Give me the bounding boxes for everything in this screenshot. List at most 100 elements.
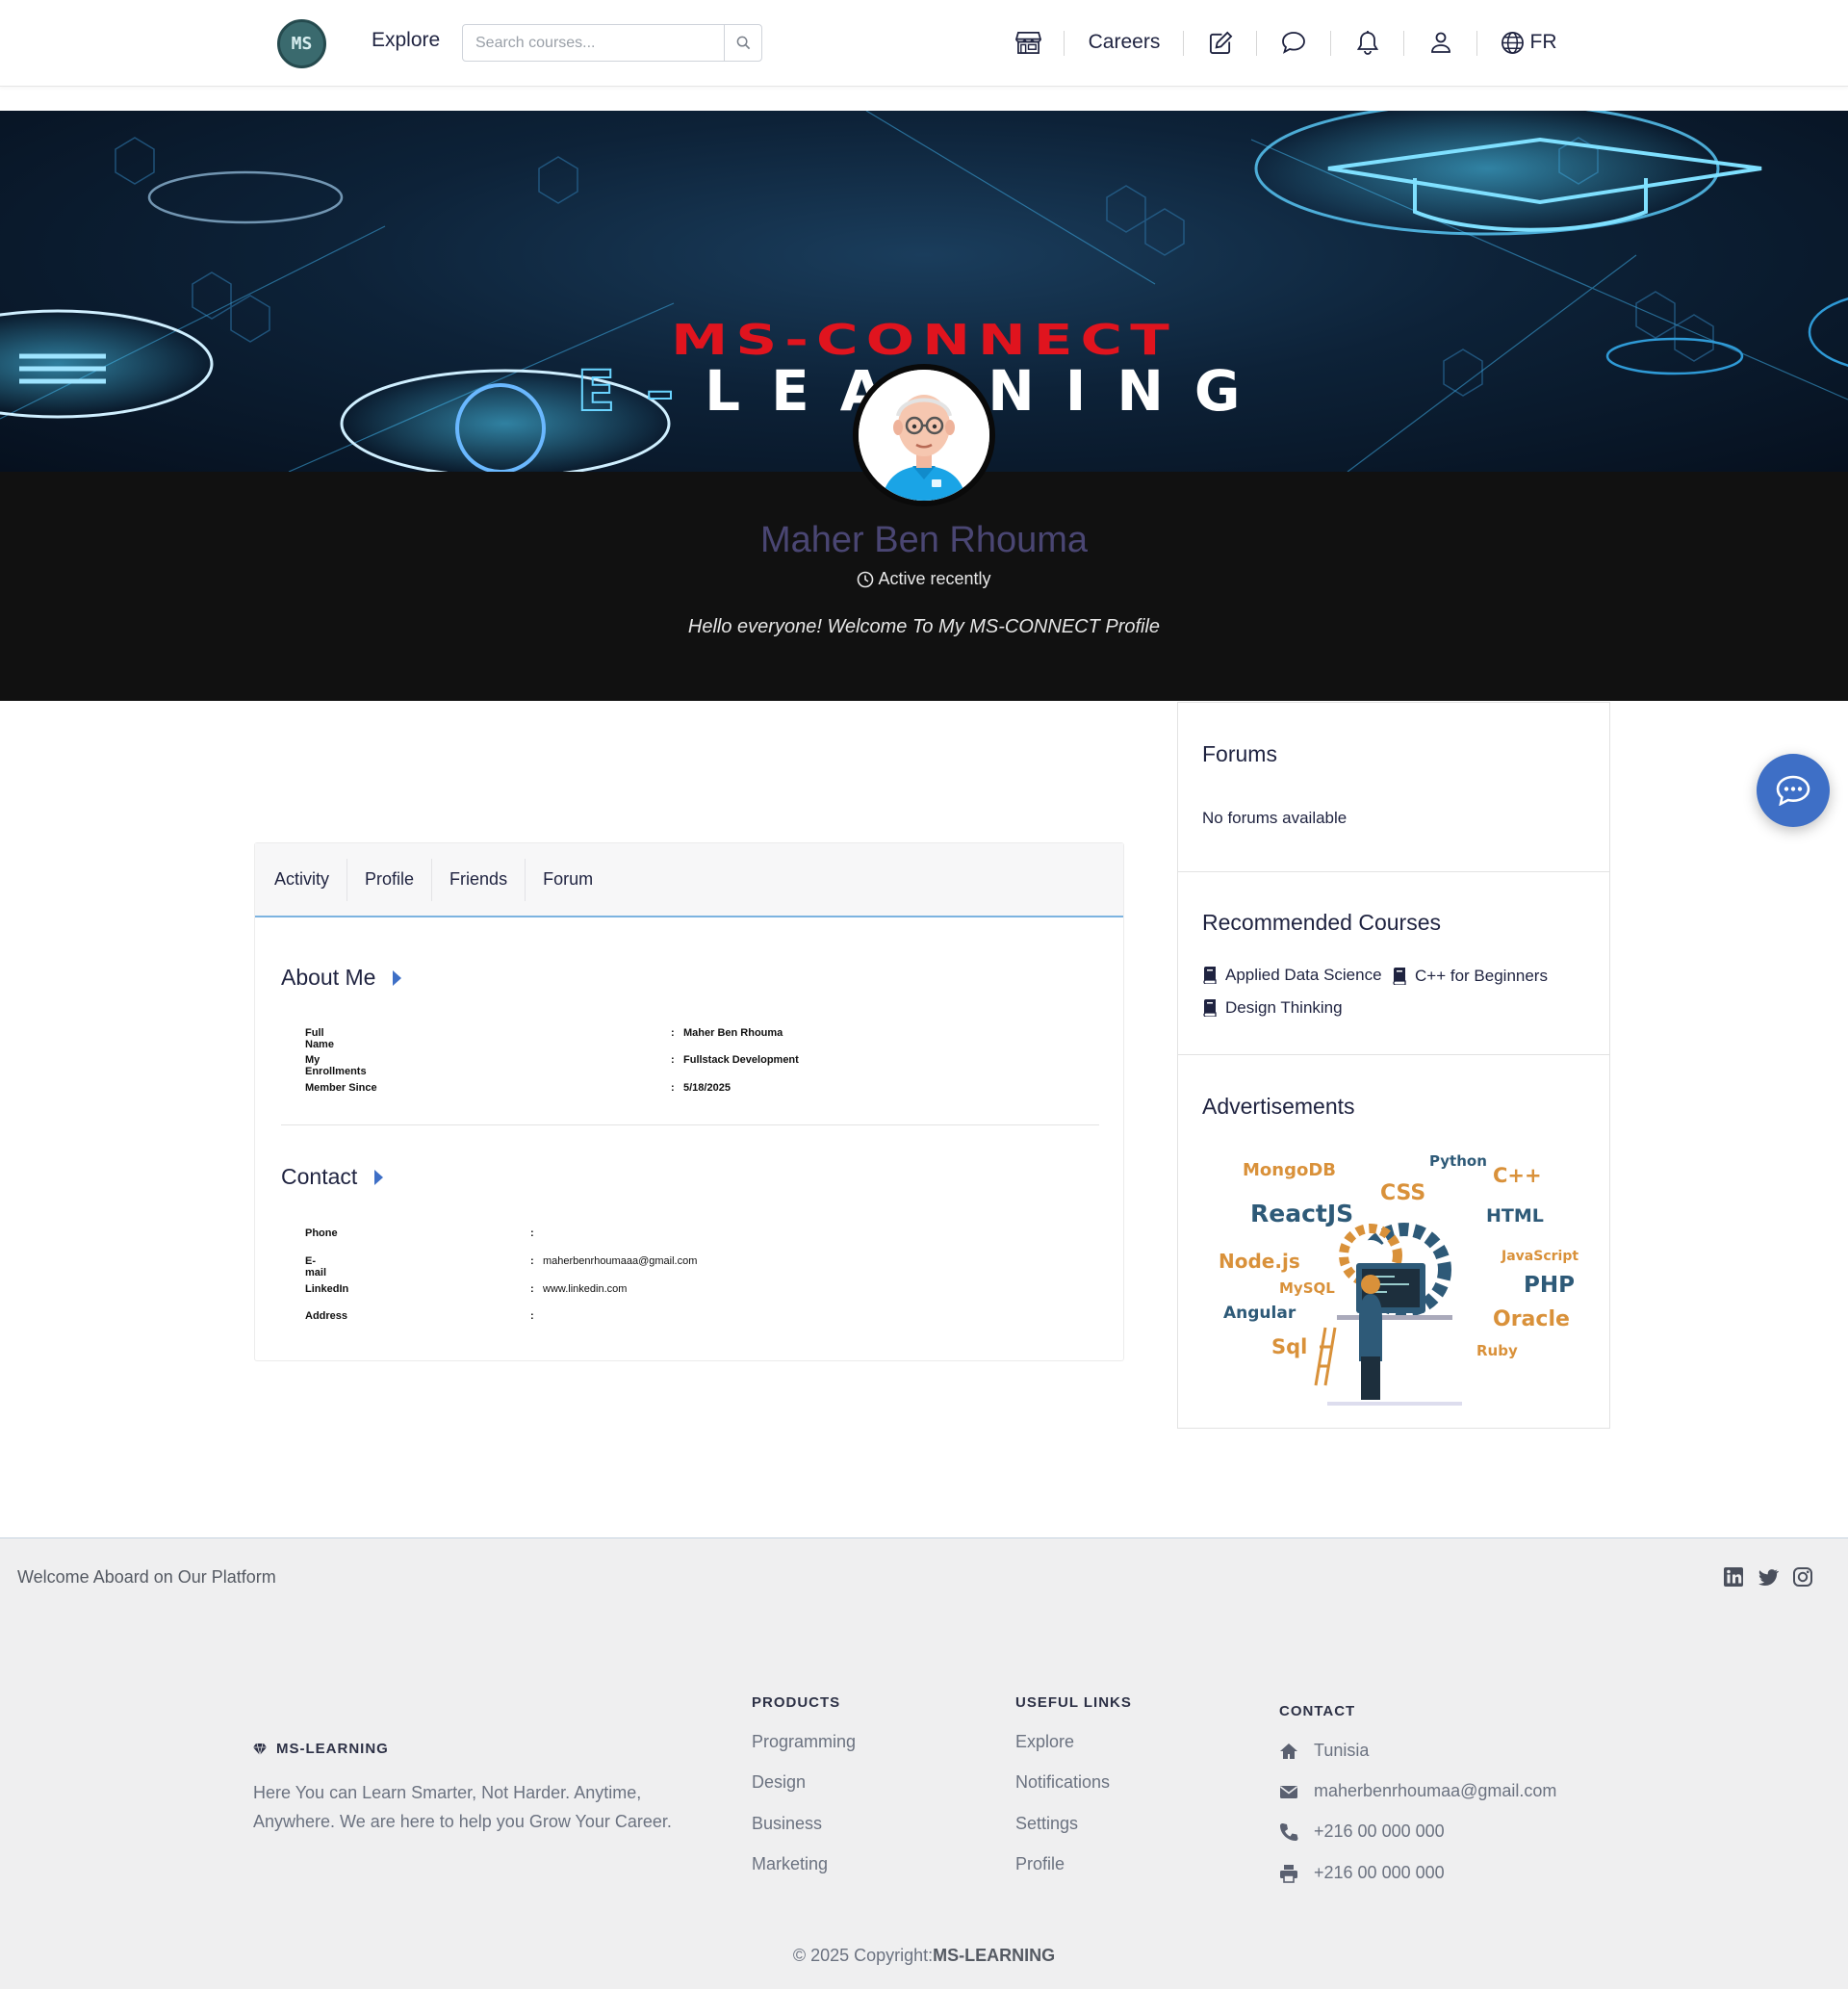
nav-separator bbox=[1330, 31, 1331, 56]
ad-word: CSS bbox=[1380, 1181, 1426, 1205]
footer-link-design[interactable]: Design bbox=[752, 1772, 806, 1793]
footer-brand: MS-LEARNING bbox=[253, 1741, 389, 1757]
footer-contact-phone: +216 00 000 000 bbox=[1279, 1821, 1445, 1842]
copyright-prefix: © 2025 Copyright: bbox=[792, 1946, 934, 1965]
ad-word: Python bbox=[1429, 1152, 1487, 1170]
globe-icon bbox=[1501, 31, 1524, 54]
separator-colon: : bbox=[530, 1255, 534, 1267]
footer-contact-text: Tunisia bbox=[1314, 1741, 1370, 1760]
profile-details-card: Activity Profile Friends Forum About Me … bbox=[254, 842, 1124, 1361]
about-label: Member Since bbox=[305, 1082, 377, 1094]
course-link[interactable]: Applied Data Science bbox=[1202, 966, 1382, 985]
store-icon bbox=[1014, 31, 1041, 54]
phone-icon bbox=[1280, 1822, 1298, 1841]
envelope-icon bbox=[1280, 1785, 1297, 1798]
chat-button[interactable] bbox=[1757, 754, 1830, 827]
right-sidebar: Forums No forums available Recommended C… bbox=[1177, 702, 1610, 1429]
footer-contact-fax: +216 00 000 000 bbox=[1279, 1863, 1445, 1883]
profile-status: Active recently bbox=[0, 569, 1848, 589]
about-value: 5/18/2025 bbox=[683, 1082, 731, 1094]
linkedin-icon[interactable] bbox=[1723, 1566, 1744, 1588]
footer-link-business[interactable]: Business bbox=[752, 1814, 822, 1834]
footer-contact-text: +216 00 000 000 bbox=[1314, 1863, 1445, 1882]
footer-link-settings[interactable]: Settings bbox=[1015, 1814, 1078, 1834]
ad-word: MongoDB bbox=[1243, 1160, 1337, 1180]
language-switch[interactable]: FR bbox=[1498, 21, 1559, 64]
footer-link-notifications[interactable]: Notifications bbox=[1015, 1772, 1110, 1793]
site-logo[interactable]: MS bbox=[277, 19, 326, 68]
copyright: © 2025 Copyright:MS-LEARNING bbox=[0, 1946, 1848, 1966]
book-icon bbox=[1393, 968, 1406, 985]
footer-contact-text: +216 00 000 000 bbox=[1314, 1821, 1445, 1841]
footer-brand-name: MS-LEARNING bbox=[276, 1741, 389, 1757]
top-navbar: MS Explore Careers FR bbox=[0, 0, 1848, 87]
course-title: Design Thinking bbox=[1225, 998, 1343, 1017]
footer-welcome: Welcome Aboard on Our Platform bbox=[17, 1567, 276, 1587]
contact-label: Phone bbox=[305, 1227, 338, 1239]
chat-bubble-icon bbox=[1776, 775, 1810, 806]
search-icon bbox=[736, 36, 750, 50]
footer-contact-text[interactable]: maherbenrhoumaa@gmail.com bbox=[1314, 1781, 1556, 1801]
caret-right-icon[interactable] bbox=[393, 969, 402, 986]
store-button[interactable] bbox=[1009, 21, 1047, 64]
ad-word: JavaScript bbox=[1502, 1249, 1579, 1264]
tab-forum[interactable]: Forum bbox=[526, 859, 610, 901]
forums-title: Forums bbox=[1202, 741, 1277, 766]
ad-word: Sql bbox=[1271, 1335, 1308, 1358]
about-value: Fullstack Development bbox=[683, 1054, 799, 1066]
advertisements-section: Advertisements MongoDB Python C++ CSS Re… bbox=[1178, 1055, 1609, 1428]
separator-colon: : bbox=[530, 1310, 534, 1322]
separator-colon: : bbox=[671, 1027, 675, 1039]
nav-separator bbox=[1064, 31, 1065, 56]
ad-banner[interactable]: MongoDB Python C++ CSS ReactJS HTML Node… bbox=[1202, 1149, 1587, 1409]
search-input[interactable] bbox=[463, 25, 724, 61]
careers-link[interactable]: Careers bbox=[1086, 21, 1163, 64]
tab-activity[interactable]: Activity bbox=[257, 858, 348, 901]
edit-button[interactable] bbox=[1203, 21, 1238, 64]
profile-name: Maher Ben Rhouma bbox=[759, 520, 1089, 560]
ad-word: C++ bbox=[1493, 1164, 1542, 1187]
forums-empty-text: No forums available bbox=[1202, 809, 1348, 827]
linkedin-link[interactable]: www.linkedin.com bbox=[543, 1283, 627, 1295]
tab-profile[interactable]: Profile bbox=[347, 858, 433, 901]
search-button[interactable] bbox=[724, 25, 761, 61]
footer-contact-email: maherbenrhoumaa@gmail.com bbox=[1279, 1781, 1556, 1801]
ad-word: Angular bbox=[1223, 1304, 1296, 1323]
contact-heading: Contact bbox=[281, 1164, 384, 1190]
copyright-brand: MS-LEARNING bbox=[933, 1946, 1056, 1965]
twitter-icon[interactable] bbox=[1758, 1566, 1779, 1588]
profile-avatar[interactable] bbox=[853, 364, 995, 506]
footer-link-marketing[interactable]: Marketing bbox=[752, 1854, 828, 1874]
notifications-button[interactable] bbox=[1350, 21, 1385, 64]
email-value[interactable]: maherbenrhoumaaa@gmail.com bbox=[543, 1255, 697, 1267]
status-text: Active recently bbox=[878, 569, 991, 588]
ad-word: Ruby bbox=[1476, 1342, 1518, 1359]
nav-separator bbox=[1476, 31, 1477, 56]
ad-word: Oracle bbox=[1493, 1307, 1570, 1331]
footer-link-programming[interactable]: Programming bbox=[752, 1732, 856, 1752]
explore-link[interactable]: Explore bbox=[372, 29, 440, 52]
nav-separator bbox=[1183, 31, 1184, 56]
course-link[interactable]: C++ for Beginners bbox=[1392, 967, 1548, 986]
nav-separator bbox=[1403, 31, 1404, 56]
caret-right-icon[interactable] bbox=[374, 1169, 384, 1185]
contact-label: Address bbox=[305, 1310, 348, 1322]
separator-colon: : bbox=[671, 1054, 675, 1066]
course-link[interactable]: Design Thinking bbox=[1202, 998, 1343, 1018]
site-footer: Welcome Aboard on Our Platform MS-LEARNI… bbox=[0, 1537, 1848, 1989]
tab-friends[interactable]: Friends bbox=[432, 858, 526, 901]
footer-link-profile[interactable]: Profile bbox=[1015, 1854, 1065, 1874]
ad-word: ReactJS bbox=[1250, 1200, 1354, 1227]
contact-title: Contact bbox=[281, 1164, 358, 1189]
contact-label: E-mail bbox=[305, 1255, 327, 1279]
logo-text: MS bbox=[291, 34, 313, 54]
chat-icon bbox=[1282, 32, 1305, 54]
account-button[interactable] bbox=[1424, 21, 1458, 64]
separator-colon: : bbox=[530, 1283, 534, 1295]
clock-icon bbox=[858, 571, 874, 587]
user-icon bbox=[1431, 32, 1450, 53]
messages-button[interactable] bbox=[1276, 21, 1311, 64]
footer-contact-location: Tunisia bbox=[1279, 1741, 1369, 1761]
instagram-icon[interactable] bbox=[1792, 1566, 1813, 1588]
footer-link-explore[interactable]: Explore bbox=[1015, 1732, 1074, 1752]
